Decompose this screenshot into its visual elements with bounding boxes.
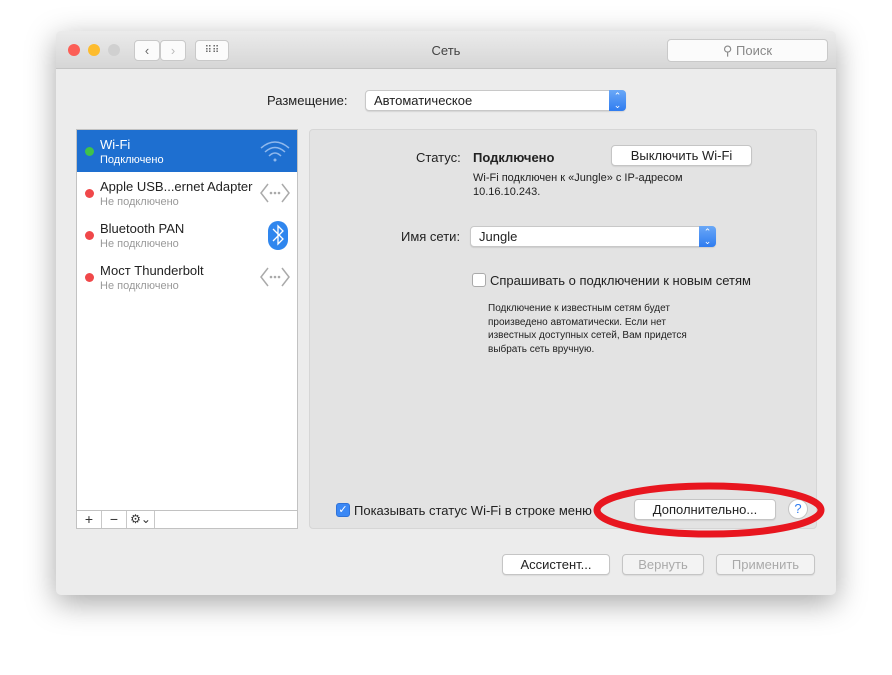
wifi-icon	[260, 141, 290, 162]
highlight-ellipse-annotation	[593, 482, 825, 538]
service-name: Bluetooth PAN	[100, 221, 185, 236]
remove-service-button[interactable]: −	[102, 511, 127, 528]
network-name-select[interactable]: Jungle ⌃ ⌄	[470, 226, 716, 247]
service-item-usb-ethernet[interactable]: Apple USB...ernet Adapter Не подключено	[77, 172, 297, 214]
service-name: Wi-Fi	[100, 137, 131, 152]
search-icon: ⚲	[722, 43, 737, 58]
status-dot	[85, 147, 94, 156]
service-list-toolbar: + − ⚙⌄	[76, 510, 298, 529]
status-dot	[85, 231, 94, 240]
status-desc-line: Wi-Fi подключен к «Jungle» с IP-адресом	[473, 172, 683, 184]
bluetooth-icon	[268, 221, 288, 250]
status-dot	[85, 273, 94, 282]
service-item-wifi[interactable]: Wi-Fi Подключено	[77, 130, 297, 172]
status-value: Подключено	[473, 150, 555, 165]
ask-join-description: Подключение к известным сетям будет прои…	[488, 302, 687, 356]
updown-arrows-icon: ⌃ ⌄	[699, 226, 716, 247]
service-item-bluetooth-pan[interactable]: Bluetooth PAN Не подключено	[77, 214, 297, 256]
turn-off-wifi-button[interactable]: Выключить Wi-Fi	[611, 145, 752, 166]
search-placeholder: Поиск	[736, 43, 773, 58]
network-name-value: Jungle	[479, 229, 518, 244]
detail-panel: Статус: Подключено Выключить Wi-Fi Wi-Fi…	[309, 129, 817, 529]
status-desc-line: 10.16.10.243.	[473, 186, 541, 198]
status-dot	[85, 189, 94, 198]
desc-line: известных доступных сетей, Вам придется	[488, 330, 687, 341]
updown-arrows-icon: ⌃ ⌄	[609, 90, 626, 111]
revert-button[interactable]: Вернуть	[622, 554, 704, 575]
service-status: Не подключено	[100, 280, 179, 292]
status-description: Wi-Fi подключен к «Jungle» с IP-адресом 1…	[473, 171, 683, 199]
search-field[interactable]: ⚲ Поиск	[667, 39, 828, 62]
ask-join-label: Спрашивать о подключении к новым сетям	[490, 273, 751, 288]
show-wifi-status-label: Показывать статус Wi-Fi в строке меню	[354, 503, 592, 518]
status-label: Статус:	[416, 150, 461, 165]
assistant-button[interactable]: Ассистент...	[502, 554, 610, 575]
ethernet-icon	[260, 267, 290, 287]
service-status: Не подключено	[100, 196, 179, 208]
service-list: Wi-Fi Подключено Apple USB...ernet Adapt…	[76, 129, 298, 529]
add-service-button[interactable]: +	[77, 511, 102, 528]
service-status: Не подключено	[100, 238, 179, 250]
show-wifi-status-checkbox[interactable]: ✓	[336, 503, 350, 517]
title-bar: ‹ › ⠿⠿ Сеть ⚲ Поиск	[56, 31, 836, 69]
service-item-thunderbolt-bridge[interactable]: Мост Thunderbolt Не подключено	[77, 256, 297, 298]
desc-line: Подключение к известным сетям будет	[488, 303, 670, 314]
service-name: Мост Thunderbolt	[100, 263, 204, 278]
network-name-label: Имя сети:	[401, 229, 461, 244]
location-select[interactable]: Автоматическое ⌃ ⌄	[365, 90, 626, 111]
desc-line: выбрать сеть вручную.	[488, 343, 595, 355]
desc-line: произведено автоматически. Если нет	[488, 316, 666, 328]
checkmark-icon: ✓	[338, 504, 348, 516]
location-label: Размещение:	[267, 93, 348, 108]
service-status: Подключено	[100, 154, 164, 166]
service-name: Apple USB...ernet Adapter	[100, 179, 253, 194]
apply-button[interactable]: Применить	[716, 554, 815, 575]
ethernet-icon	[260, 183, 290, 203]
ask-join-checkbox[interactable]	[472, 273, 486, 287]
location-value: Автоматическое	[374, 93, 473, 108]
gear-menu-button[interactable]: ⚙⌄	[127, 511, 155, 528]
